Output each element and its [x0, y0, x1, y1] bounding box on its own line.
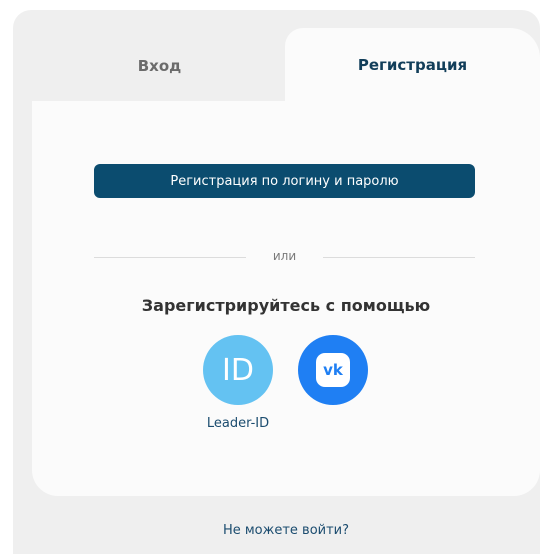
social-title: Зарегистрируйтесь с помощью [141, 296, 431, 315]
vk-button[interactable]: vk [298, 335, 368, 405]
tab-login[interactable]: Вход [34, 30, 285, 102]
tab-register-label: Регистрация [357, 56, 468, 74]
divider-left [94, 257, 246, 258]
cant-login-link[interactable]: Не можете войти? [32, 523, 540, 538]
tab-register[interactable]: Регистрация [285, 28, 540, 102]
leader-id-button[interactable]: ID [203, 335, 273, 405]
tab-login-label: Вход [137, 57, 182, 75]
register-login-password-label: Регистрация по логину и паролю [170, 173, 399, 189]
vk-icon-glyph: vk [323, 361, 343, 379]
divider-text: или [272, 249, 297, 263]
divider-right [323, 257, 475, 258]
register-login-password-button[interactable]: Регистрация по логину и паролю [94, 164, 475, 198]
leader-id-icon: ID [222, 352, 254, 388]
leader-id-label[interactable]: Leader-ID [194, 416, 282, 431]
vk-icon: vk [316, 353, 350, 387]
